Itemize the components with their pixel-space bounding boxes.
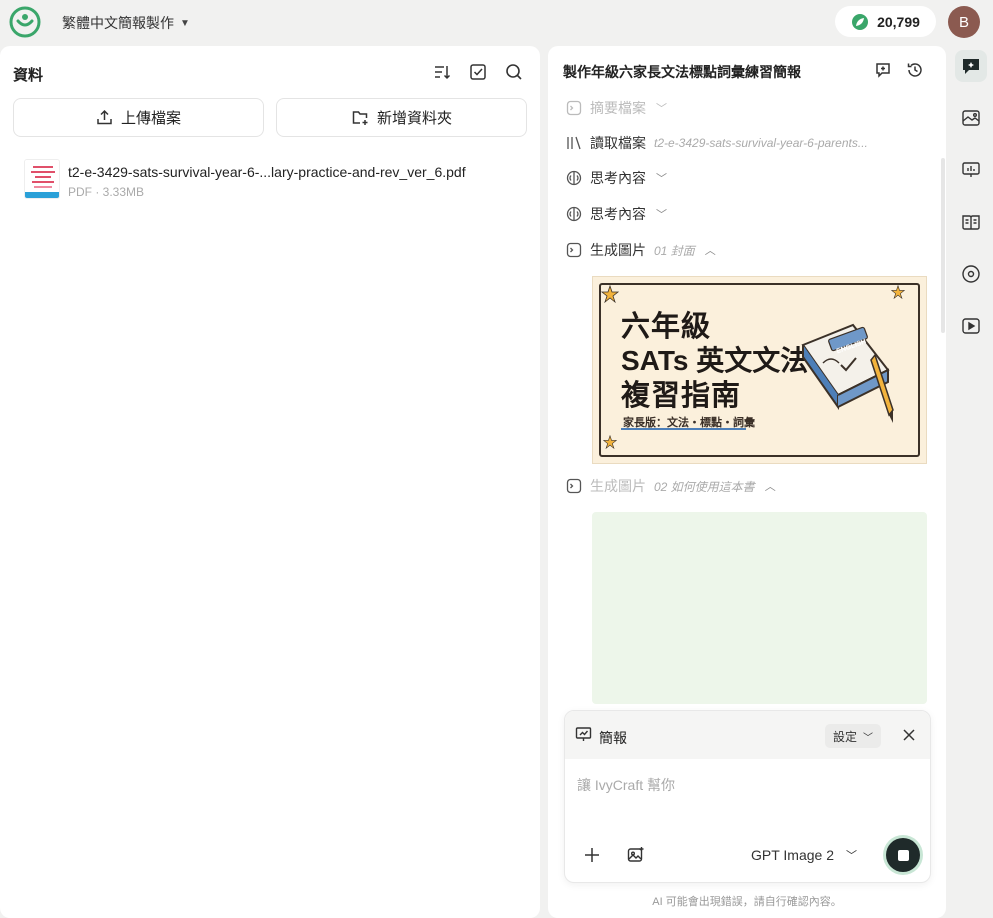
settings-dropdown[interactable]: 設定 ﹀: [825, 724, 881, 748]
rail-disc-icon[interactable]: [955, 258, 987, 290]
stop-icon: [897, 849, 909, 861]
terminal-icon: [566, 478, 582, 494]
cover-underline: [621, 427, 746, 430]
chevron-up-icon: ︿: [704, 245, 716, 257]
search-icon[interactable]: [504, 62, 524, 82]
upload-file-button[interactable]: 上傳檔案: [13, 98, 264, 137]
task-title: 製作年級六家長文法標點詞彙練習簡報: [563, 64, 801, 80]
chevron-down-icon: ﹀: [863, 732, 873, 744]
top-bar: 繁體中文簡報製作 ▼ 20,799 B: [0, 0, 993, 44]
model-selector[interactable]: GPT Image 2 ﹀: [751, 847, 857, 863]
plus-icon[interactable]: [583, 846, 601, 864]
history-icon[interactable]: [905, 60, 925, 80]
chat-composer: 簡報 設定 ﹀ 讓 IvyCraft 幫你 GPT Image 2 ﹀: [564, 710, 931, 883]
cover-title-line3: 複習指南: [621, 380, 742, 412]
image-loading-placeholder: [592, 512, 927, 704]
book-illustration-icon: ENGLISH: [793, 315, 903, 425]
task-toolbar: [873, 60, 925, 80]
terminal-icon: [566, 242, 582, 258]
user-avatar[interactable]: B: [948, 6, 980, 38]
rail-chat-icon[interactable]: [955, 50, 987, 82]
terminal-icon: [566, 100, 582, 116]
chevron-down-icon: ﹀: [846, 850, 858, 862]
credits-count: 20,799: [877, 13, 920, 30]
brain-icon: [566, 170, 582, 186]
step-think-1[interactable]: 思考內容 ﹀: [566, 168, 667, 188]
tool-rail: [952, 46, 990, 366]
stop-generation-button[interactable]: [886, 838, 920, 872]
sources-toolbar: [432, 62, 524, 82]
step-label: 摘要檔案: [590, 100, 646, 116]
rail-image-icon[interactable]: [955, 102, 987, 134]
chat-mode-title: 簡報: [599, 730, 627, 746]
step-label: 生成圖片: [590, 242, 646, 258]
chat-input[interactable]: 讓 IvyCraft 幫你: [577, 775, 675, 795]
step-think-2[interactable]: 思考內容 ﹀: [566, 204, 667, 224]
sources-panel: 資料 上傳檔案 新增資料夾 t2-e-3429-sats-survival-ye…: [0, 46, 540, 918]
file-name: t2-e-3429-sats-survival-year-6-...lary-p…: [68, 164, 466, 180]
leaf-icon: [852, 13, 869, 30]
sources-title: 資料: [13, 67, 44, 84]
library-icon: [566, 135, 582, 151]
star-icon: [603, 435, 617, 449]
file-meta: PDF · 3.33MB: [68, 185, 145, 199]
close-icon[interactable]: [901, 727, 917, 743]
step-label: 生成圖片: [590, 478, 646, 494]
generated-cover-image[interactable]: 六年級 SATs 英文文法 複習指南 家長版：文法・標點・詞彙 ENGLISH: [592, 276, 927, 464]
panel-scrollbar[interactable]: [941, 158, 945, 333]
credits-badge[interactable]: 20,799: [835, 6, 936, 37]
new-folder-button[interactable]: 新增資料夾: [276, 98, 527, 137]
project-title: 繁體中文簡報製作: [62, 15, 174, 31]
caret-down-icon: ▼: [180, 17, 190, 29]
step-generate-image-1[interactable]: 生成圖片 01 封面 ︿: [566, 240, 716, 260]
new-chat-icon[interactable]: [873, 60, 893, 80]
chevron-down-icon: ﹀: [656, 209, 667, 221]
ai-disclaimer: AI 可能會出現錯誤，請自行確認內容。: [652, 896, 842, 908]
rail-book-icon[interactable]: [955, 206, 987, 238]
brain-icon: [566, 206, 582, 222]
chevron-down-icon: ﹀: [656, 173, 667, 185]
star-icon: [601, 285, 619, 303]
step-label: 思考內容: [590, 206, 646, 222]
step-sub: t2-e-3429-sats-survival-year-6-parents..…: [654, 136, 868, 150]
upload-label: 上傳檔案: [120, 110, 181, 127]
upload-icon: [97, 109, 112, 125]
file-list-item[interactable]: t2-e-3429-sats-survival-year-6-...lary-p…: [14, 150, 524, 208]
step-sub: 01 封面: [654, 243, 695, 258]
rail-slides-icon[interactable]: [955, 154, 987, 186]
settings-label: 設定: [832, 729, 857, 744]
pdf-thumbnail: [24, 159, 60, 199]
step-summarize-file[interactable]: 摘要檔案 ﹀: [566, 98, 667, 118]
model-label: GPT Image 2: [751, 847, 835, 863]
step-label: 思考內容: [590, 170, 646, 186]
app-logo-icon[interactable]: [9, 6, 41, 38]
star-icon: [891, 285, 905, 299]
chevron-down-icon: ﹀: [656, 103, 667, 115]
step-generate-image-2[interactable]: 生成圖片 02 如何使用這本書 ︿: [566, 476, 776, 496]
folder-add-icon: [352, 111, 368, 125]
rail-video-icon[interactable]: [955, 310, 987, 342]
project-title-dropdown[interactable]: 繁體中文簡報製作 ▼: [62, 13, 190, 33]
avatar-initial: B: [958, 13, 969, 31]
presentation-icon: [575, 726, 592, 748]
step-label: 讀取檔案: [590, 135, 646, 151]
step-sub: 02 如何使用這本書: [654, 479, 755, 494]
image-add-icon[interactable]: [627, 846, 645, 864]
chevron-up-icon: ︿: [764, 481, 776, 493]
sort-icon[interactable]: [432, 62, 452, 82]
select-checkbox-icon[interactable]: [468, 62, 488, 82]
chat-header: 簡報 設定 ﹀: [565, 711, 930, 759]
new-folder-label: 新增資料夾: [376, 110, 452, 127]
step-read-file[interactable]: 讀取檔案 t2-e-3429-sats-survival-year-6-pare…: [566, 133, 868, 153]
